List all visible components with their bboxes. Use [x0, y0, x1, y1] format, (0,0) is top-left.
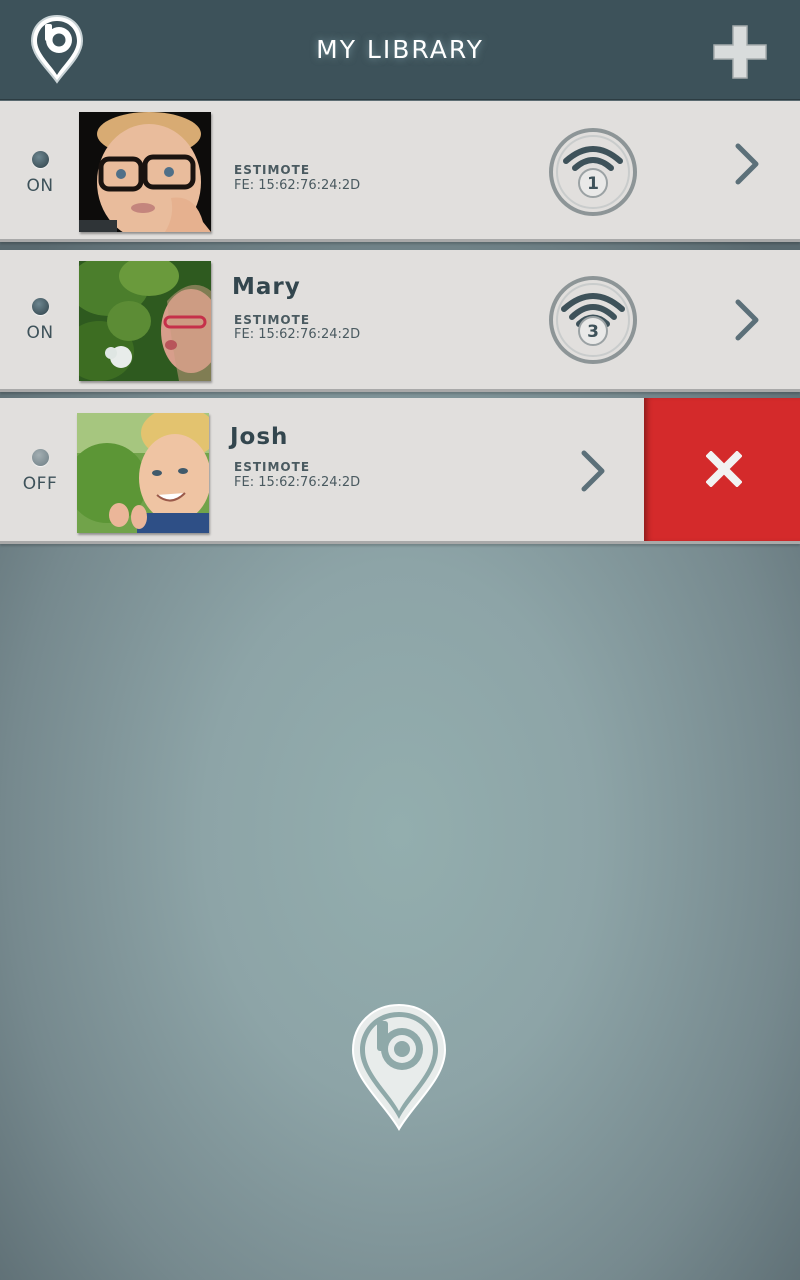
app-logo-icon — [351, 1003, 447, 1131]
signal-level-text: 1 — [587, 174, 599, 194]
delete-button[interactable] — [644, 398, 800, 541]
add-button[interactable] — [712, 24, 768, 80]
beacon-row[interactable]: ON ESTIMOTE FE: 15:62:76:24:2D 1 — [0, 101, 800, 239]
beacon-photo — [77, 413, 209, 533]
device-type-label: ESTIMOTE — [234, 163, 311, 177]
close-icon — [706, 451, 742, 487]
beacon-photo — [79, 112, 211, 232]
signal-level-text: 3 — [587, 322, 599, 342]
chevron-right-icon[interactable] — [734, 299, 760, 341]
status-indicator — [32, 449, 49, 466]
device-type-label: ESTIMOTE — [234, 460, 311, 474]
status-label: ON — [26, 176, 54, 196]
signal-strength-indicator: 1 — [548, 127, 638, 217]
beacon-name: Josh — [230, 424, 289, 450]
page-title: MY LIBRARY — [316, 35, 484, 64]
status-label: OFF — [22, 474, 58, 494]
chevron-right-icon[interactable] — [734, 143, 760, 185]
status-label: ON — [26, 323, 54, 343]
device-address: FE: 15:62:76:24:2D — [234, 178, 361, 193]
beacon-row[interactable]: OFF Josh ESTIMOTE FE: 15:62:76:24:2D — [0, 398, 800, 541]
beacon-name: Mary — [232, 274, 301, 300]
status-indicator — [32, 298, 49, 315]
app-header: MY LIBRARY — [0, 0, 800, 100]
beacon-row[interactable]: ON Mary ESTIMOTE FE: 15:62:76:24:2D 3 — [0, 250, 800, 389]
signal-strength-indicator: 3 — [548, 275, 638, 365]
device-address: FE: 15:62:76:24:2D — [234, 475, 361, 490]
chevron-right-icon[interactable] — [580, 450, 606, 492]
status-indicator — [32, 151, 49, 168]
beacon-photo — [79, 261, 211, 381]
device-address: FE: 15:62:76:24:2D — [234, 327, 361, 342]
device-type-label: ESTIMOTE — [234, 313, 311, 327]
